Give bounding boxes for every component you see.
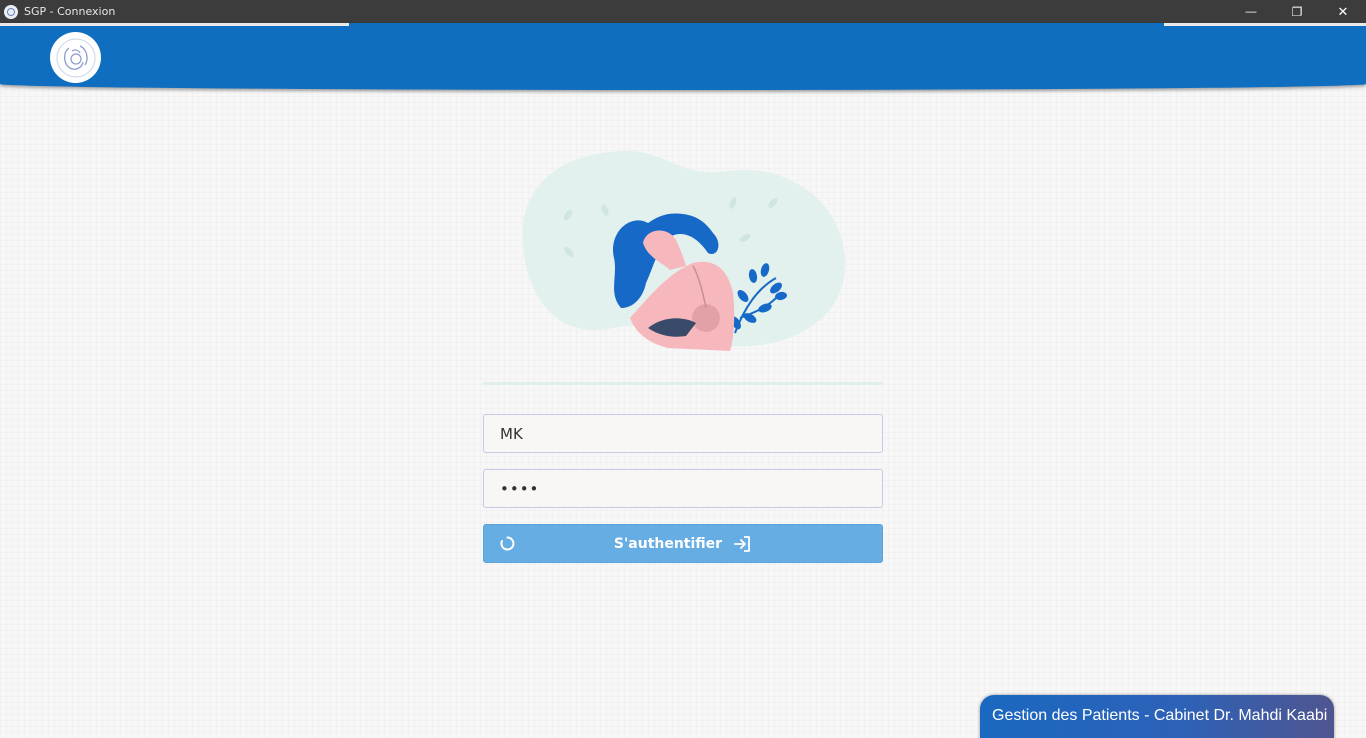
close-button[interactable]: ✕ bbox=[1320, 0, 1366, 23]
spinner-icon bbox=[500, 536, 515, 551]
minimize-icon: — bbox=[1245, 5, 1257, 18]
window-controls: — ❐ ✕ bbox=[1228, 0, 1366, 23]
footer-text: Gestion des Patients - Cabinet Dr. Mahdi… bbox=[992, 707, 1328, 724]
form-divider bbox=[483, 382, 883, 385]
loading-bar-right bbox=[1164, 23, 1366, 26]
maximize-button[interactable]: ❐ bbox=[1274, 0, 1320, 23]
username-input[interactable] bbox=[483, 414, 883, 453]
window-title: SGP - Connexion bbox=[24, 5, 116, 18]
window-titlebar: SGP - Connexion — ❐ ✕ bbox=[0, 0, 1366, 23]
footer-badge: Gestion des Patients - Cabinet Dr. Mahdi… bbox=[980, 695, 1334, 738]
sign-in-icon bbox=[732, 534, 752, 554]
loading-bar-left bbox=[0, 23, 349, 26]
minimize-button[interactable]: — bbox=[1228, 0, 1274, 23]
password-input[interactable] bbox=[483, 469, 883, 508]
mother-illustration bbox=[518, 148, 848, 353]
maximize-icon: ❐ bbox=[1291, 4, 1303, 19]
login-button-label: S'authentifier bbox=[613, 535, 723, 552]
app-icon bbox=[4, 4, 18, 19]
mother-child-logo-icon bbox=[50, 32, 101, 83]
close-icon: ✕ bbox=[1337, 3, 1349, 19]
app-header bbox=[0, 23, 1366, 90]
login-button[interactable]: S'authentifier bbox=[483, 524, 883, 563]
